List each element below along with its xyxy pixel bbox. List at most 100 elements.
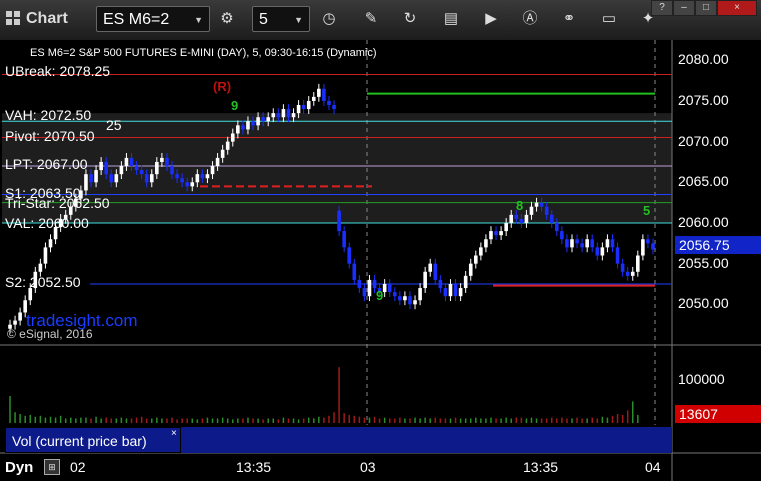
symbol-value: ES M6=2 (103, 11, 170, 28)
candle-body-60 (311, 96, 316, 101)
candle-body-8 (48, 239, 53, 248)
time-tick-label: 13:35 (523, 459, 559, 475)
marker-r: (R) (213, 79, 232, 94)
candle-body-77 (398, 296, 402, 301)
chart-window: Chart ES M6=2 ▼ ⚙ 5 ▼ ◷ ✎ ↻ ▤ ▶ Ⓐ ⚭ ▭ ✦ ? … (0, 0, 761, 481)
candle-body-50 (261, 117, 265, 122)
candle-body-54 (281, 109, 286, 118)
interval-value: 5 (259, 11, 268, 28)
candle-body-113 (580, 243, 584, 248)
marker-9-low: 9 (376, 288, 384, 303)
chevron-down-icon: ▼ (294, 15, 303, 25)
level-label: S2: 2052.50 (5, 273, 81, 290)
candle-body-66 (342, 231, 346, 248)
candle-body-38 (200, 174, 205, 179)
candle-body-84 (433, 263, 438, 280)
candle-body-124 (636, 255, 640, 272)
candle-body-123 (630, 271, 635, 276)
level-label: VAH: 2072.50 (5, 107, 92, 124)
candle-body-72 (372, 279, 377, 289)
candle-body-22 (119, 166, 124, 175)
price-tick-label: 2080.00 (678, 51, 729, 68)
interval-combo[interactable]: 5 ▼ (252, 6, 310, 32)
candle-body-6 (38, 263, 43, 272)
dynamic-toggle-icon[interactable]: ⊞ (44, 459, 60, 475)
candle-body-32 (170, 166, 174, 175)
help-label: ? (659, 2, 665, 13)
ticket-icon[interactable]: ▤ (440, 8, 462, 30)
price-tick-label: 2060.00 (678, 213, 729, 230)
candle-body-67 (347, 247, 352, 264)
comment-icon[interactable]: ▭ (598, 8, 620, 30)
time-tick-label: 13:35 (236, 459, 272, 475)
candle-body-92 (473, 255, 478, 264)
candle-body-119 (610, 239, 615, 248)
refresh-icon[interactable]: ↻ (399, 8, 421, 30)
candle-body-7 (43, 247, 48, 264)
play-icon[interactable]: ▶ (480, 8, 502, 30)
candle-body-56 (291, 113, 296, 118)
price-tick-label: 2065.00 (678, 173, 729, 190)
candle-body-44 (230, 133, 235, 142)
candle-body-99 (509, 214, 514, 223)
candle-body-86 (443, 288, 448, 297)
time-tick-label: 02 (70, 459, 86, 475)
symbol-combo[interactable]: ES M6=2 ▼ (96, 6, 210, 32)
candle-body-89 (458, 288, 463, 297)
volume-legend[interactable]: Vol (current price bar) (5, 427, 181, 453)
maximize-button[interactable]: □ (695, 0, 717, 16)
candle-body-37 (195, 174, 200, 183)
candle-body-87 (448, 283, 453, 297)
candle-body-21 (114, 174, 119, 183)
candle-body-30 (160, 157, 164, 162)
price-chart[interactable] (0, 40, 761, 481)
candle-body-112 (575, 239, 579, 244)
close-button[interactable]: × (717, 0, 757, 16)
settings-gear-icon[interactable]: ⚙ (216, 8, 238, 30)
candle-body-51 (266, 117, 271, 122)
alert-icon[interactable]: Ⓐ (519, 8, 541, 30)
candle-body-102 (524, 214, 529, 223)
chevron-down-icon: ▼ (194, 15, 203, 25)
candle-body-98 (504, 222, 508, 232)
level-label: LPT: 2067.00 (5, 156, 88, 173)
candle-body-40 (210, 166, 215, 175)
candle-body-94 (484, 239, 488, 248)
candle-body-121 (620, 263, 625, 272)
copyright: © eSignal, 2016 (7, 327, 93, 341)
candle-body-59 (306, 100, 311, 110)
candle-body-18 (99, 161, 103, 171)
clock-icon[interactable]: ◷ (318, 8, 340, 30)
close-icon[interactable]: × (171, 428, 177, 439)
marker-5: 5 (643, 203, 651, 218)
chart-background (0, 40, 761, 481)
candle-body-33 (175, 174, 179, 179)
help-button[interactable]: ? (651, 0, 673, 16)
candle-body-71 (367, 279, 372, 297)
candle-body-15 (84, 174, 88, 191)
candle-body-43 (225, 141, 230, 150)
price-tick-label: 2055.00 (678, 254, 729, 271)
candle-body-25 (134, 166, 139, 171)
candle-body-114 (585, 239, 589, 248)
time-tick-label: 03 (360, 459, 376, 475)
marker-9: 9 (231, 98, 239, 113)
candle-body-125 (641, 239, 645, 256)
chart-header: ES M6=2 S&P 500 FUTURES E-MINI (DAY), 5,… (30, 47, 377, 59)
candle-body-27 (144, 174, 149, 183)
candle-body-81 (418, 288, 422, 301)
minimize-button[interactable]: – (673, 0, 695, 16)
candle-body-62 (322, 88, 326, 101)
candle-body-16 (89, 174, 93, 183)
level-label: Tri-Star: 2062.50 (5, 194, 110, 211)
minimize-label: – (681, 2, 687, 13)
candle-body-63 (327, 100, 331, 106)
candle-body-34 (180, 178, 184, 183)
marker-25: 25 (106, 117, 122, 133)
candle-body-83 (428, 263, 433, 272)
candle-body-23 (124, 157, 129, 167)
link-icon[interactable]: ⚭ (558, 8, 580, 30)
candle-body-53 (276, 113, 281, 118)
candle-body-31 (165, 157, 169, 167)
pencil-icon[interactable]: ✎ (360, 8, 382, 30)
